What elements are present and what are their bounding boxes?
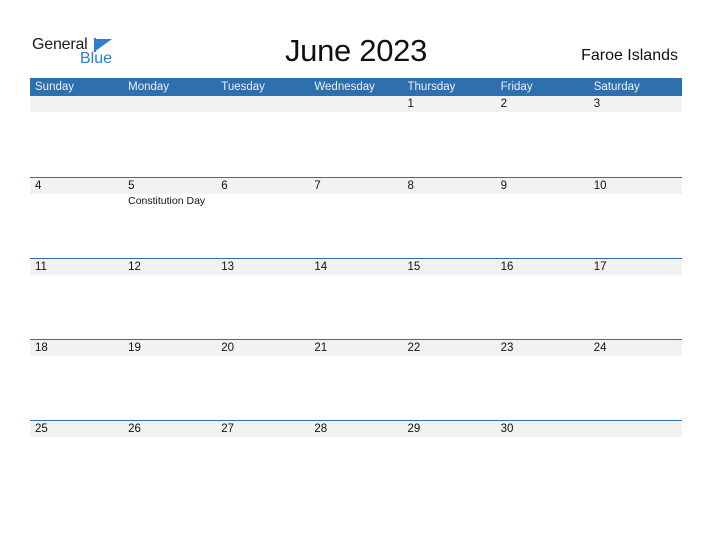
day-number: 12: [128, 261, 141, 273]
day-number: 8: [407, 180, 414, 192]
day-number: 26: [128, 423, 141, 435]
weekday-header: Sunday Monday Tuesday Wednesday Thursday…: [30, 78, 682, 96]
day-number-strip: 25 26 27 28 29 30: [30, 421, 682, 437]
holiday-label: Constitution Day: [128, 195, 206, 207]
holiday-label: [30, 194, 123, 208]
day-number: 5: [128, 180, 135, 192]
day-number: 2: [500, 98, 508, 110]
day-number: 15: [407, 261, 421, 273]
day-number: 3: [593, 98, 601, 110]
week-row: 4 5 6 7 8 9 10 Constitution Day: [30, 177, 682, 258]
holiday-label: [216, 194, 309, 208]
holiday-label: [403, 194, 496, 208]
day-number-strip: 1 2 3: [30, 96, 682, 112]
day-number: [589, 421, 682, 437]
day-number: 20: [221, 342, 235, 354]
day-number: 16: [500, 261, 514, 273]
weekday-sunday: Sunday: [35, 81, 75, 93]
day-number: 24: [593, 342, 607, 354]
day-number-strip: 18 19 20 21 22 23 24: [30, 340, 682, 356]
weekday-tuesday: Tuesday: [221, 81, 265, 93]
calendar-grid: 1 2 3 4 5 6 7 8 9 10 Constitution Day 11 12 13 14 15 16 1…: [30, 96, 682, 501]
day-number: 29: [407, 423, 421, 435]
day-number-strip: 11 12 13 14 15 16 17: [30, 259, 682, 275]
week-row: 18 19 20 21 22 23 24: [30, 339, 682, 420]
holiday-label: [309, 194, 402, 208]
holiday-label: [589, 194, 682, 208]
day-number: [216, 96, 309, 112]
day-number: 28: [314, 423, 328, 435]
day-number: 30: [500, 423, 514, 435]
day-number: 18: [35, 342, 48, 354]
day-number: 13: [221, 261, 235, 273]
day-number: [123, 96, 216, 112]
holiday-label: [496, 194, 589, 208]
week-row: 1 2 3: [30, 96, 682, 177]
day-number: 7: [314, 180, 321, 192]
day-number: 19: [128, 342, 141, 354]
events-row: Constitution Day: [30, 194, 682, 208]
day-number: 21: [314, 342, 328, 354]
day-number-strip: 4 5 6 7 8 9 10: [30, 178, 682, 194]
day-number: 11: [35, 261, 47, 273]
day-number: 1: [407, 98, 414, 110]
weekday-wednesday: Wednesday: [314, 81, 375, 93]
day-number: 23: [500, 342, 514, 354]
day-number: 6: [221, 180, 228, 192]
day-number: 14: [314, 261, 328, 273]
weekday-friday: Friday: [500, 81, 533, 93]
weekday-saturday: Saturday: [593, 81, 640, 93]
week-row: 11 12 13 14 15 16 17: [30, 258, 682, 339]
weekday-monday: Monday: [128, 81, 170, 93]
country-label: Faroe Islands: [581, 47, 678, 64]
day-number: 22: [407, 342, 421, 354]
weekday-thursday: Thursday: [407, 81, 456, 93]
day-number: 25: [35, 423, 48, 435]
day-number: 17: [593, 261, 607, 273]
day-number: 9: [500, 180, 508, 192]
day-number: [30, 96, 123, 112]
day-number: 10: [593, 180, 607, 192]
day-number: [309, 96, 402, 112]
day-number: 4: [35, 180, 42, 192]
week-row: 25 26 27 28 29 30: [30, 420, 682, 501]
day-number: 27: [221, 423, 235, 435]
